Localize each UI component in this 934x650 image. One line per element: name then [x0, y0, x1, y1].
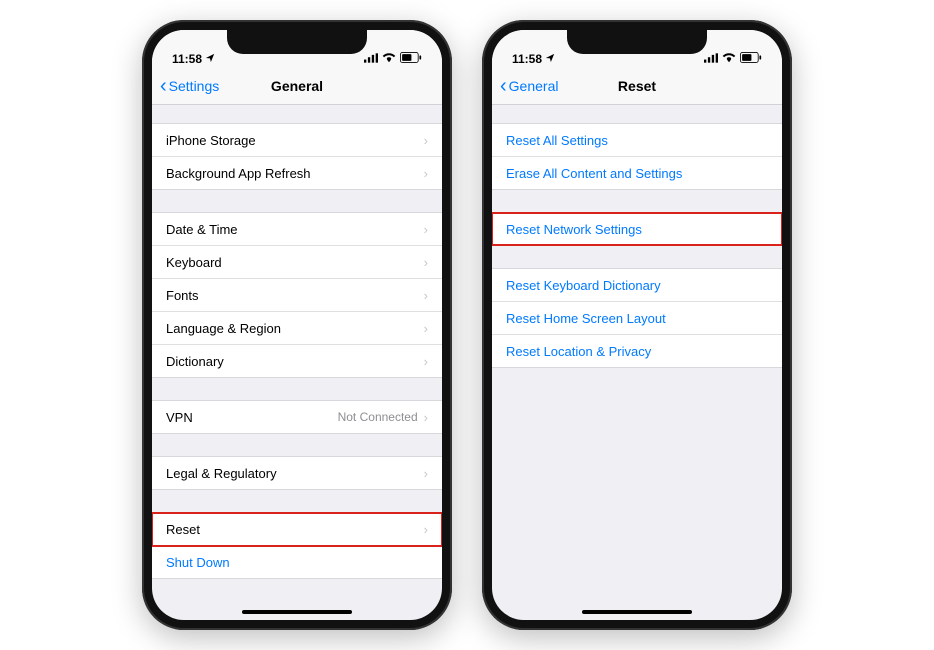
group: Legal & Regulatory› — [152, 456, 442, 490]
row-label: Keyboard — [166, 255, 424, 270]
home-indicator[interactable] — [582, 610, 692, 614]
group: Reset Keyboard Dictionary Reset Home Scr… — [492, 268, 782, 368]
chevron-left-icon: ‹ — [160, 76, 167, 96]
row-erase-all-content[interactable]: Erase All Content and Settings — [492, 157, 782, 189]
row-date-time[interactable]: Date & Time› — [152, 213, 442, 246]
group: Reset Network Settings — [492, 212, 782, 246]
row-reset-network-settings[interactable]: Reset Network Settings — [492, 213, 782, 245]
notch — [567, 30, 707, 54]
nav-bar: ‹ Settings General — [152, 68, 442, 105]
back-button[interactable]: ‹ General — [500, 76, 558, 96]
wifi-icon — [382, 52, 396, 66]
row-label: Reset Network Settings — [506, 222, 768, 237]
row-label: VPN — [166, 410, 338, 425]
row-label: Legal & Regulatory — [166, 466, 424, 481]
row-dictionary[interactable]: Dictionary› — [152, 345, 442, 377]
row-label: Reset Keyboard Dictionary — [506, 278, 768, 293]
chevron-right-icon: › — [424, 410, 428, 425]
row-reset-location-privacy[interactable]: Reset Location & Privacy — [492, 335, 782, 367]
row-label: Reset All Settings — [506, 133, 768, 148]
group: Reset All Settings Erase All Content and… — [492, 123, 782, 190]
home-indicator[interactable] — [242, 610, 352, 614]
row-label: Language & Region — [166, 321, 424, 336]
nav-bar: ‹ General Reset — [492, 68, 782, 105]
group: Date & Time› Keyboard› Fonts› Language &… — [152, 212, 442, 378]
signal-icon — [364, 52, 378, 66]
row-label: iPhone Storage — [166, 133, 424, 148]
row-vpn[interactable]: VPNNot Connected › — [152, 401, 442, 433]
content-right[interactable]: Reset All Settings Erase All Content and… — [492, 105, 782, 620]
chevron-right-icon: › — [424, 166, 428, 181]
chevron-right-icon: › — [424, 354, 428, 369]
chevron-right-icon: › — [424, 522, 428, 537]
row-label: Date & Time — [166, 222, 424, 237]
location-icon — [205, 52, 215, 66]
phone-right: 11:58 ‹ General R — [482, 20, 792, 630]
wifi-icon — [722, 52, 736, 66]
back-label: Settings — [169, 78, 220, 94]
signal-icon — [704, 52, 718, 66]
chevron-right-icon: › — [424, 222, 428, 237]
chevron-left-icon: ‹ — [500, 76, 507, 96]
row-reset[interactable]: Reset› — [152, 513, 442, 546]
row-language-region[interactable]: Language & Region› — [152, 312, 442, 345]
battery-icon — [400, 52, 422, 66]
row-label: Reset Home Screen Layout — [506, 311, 768, 326]
row-reset-all-settings[interactable]: Reset All Settings — [492, 124, 782, 157]
row-legal-regulatory[interactable]: Legal & Regulatory› — [152, 457, 442, 489]
notch — [227, 30, 367, 54]
back-label: General — [509, 78, 559, 94]
page-title: General — [271, 78, 323, 94]
row-label: Shut Down — [166, 555, 428, 570]
screen-left: 11:58 ‹ Settings — [152, 30, 442, 620]
content-left[interactable]: iPhone Storage› Background App Refresh› … — [152, 105, 442, 620]
row-shut-down[interactable]: Shut Down — [152, 546, 442, 578]
row-fonts[interactable]: Fonts› — [152, 279, 442, 312]
row-label: Reset Location & Privacy — [506, 344, 768, 359]
row-background-app-refresh[interactable]: Background App Refresh› — [152, 157, 442, 189]
battery-icon — [740, 52, 762, 66]
status-time: 11:58 — [512, 52, 542, 66]
chevron-right-icon: › — [424, 288, 428, 303]
row-label: Reset — [166, 522, 424, 537]
row-label: Fonts — [166, 288, 424, 303]
row-reset-home-screen-layout[interactable]: Reset Home Screen Layout — [492, 302, 782, 335]
status-time: 11:58 — [172, 52, 202, 66]
chevron-right-icon: › — [424, 255, 428, 270]
chevron-right-icon: › — [424, 466, 428, 481]
group: iPhone Storage› Background App Refresh› — [152, 123, 442, 190]
chevron-right-icon: › — [424, 133, 428, 148]
location-icon — [545, 52, 555, 66]
screen-right: 11:58 ‹ General R — [492, 30, 782, 620]
row-iphone-storage[interactable]: iPhone Storage› — [152, 124, 442, 157]
row-keyboard[interactable]: Keyboard› — [152, 246, 442, 279]
row-label: Dictionary — [166, 354, 424, 369]
row-label: Background App Refresh — [166, 166, 424, 181]
group: Reset› Shut Down — [152, 512, 442, 579]
row-reset-keyboard-dictionary[interactable]: Reset Keyboard Dictionary — [492, 269, 782, 302]
row-detail: Not Connected — [338, 410, 418, 424]
page-title: Reset — [618, 78, 656, 94]
phone-left: 11:58 ‹ Settings — [142, 20, 452, 630]
chevron-right-icon: › — [424, 321, 428, 336]
row-label: Erase All Content and Settings — [506, 166, 768, 181]
group: VPNNot Connected › — [152, 400, 442, 434]
back-button[interactable]: ‹ Settings — [160, 76, 219, 96]
